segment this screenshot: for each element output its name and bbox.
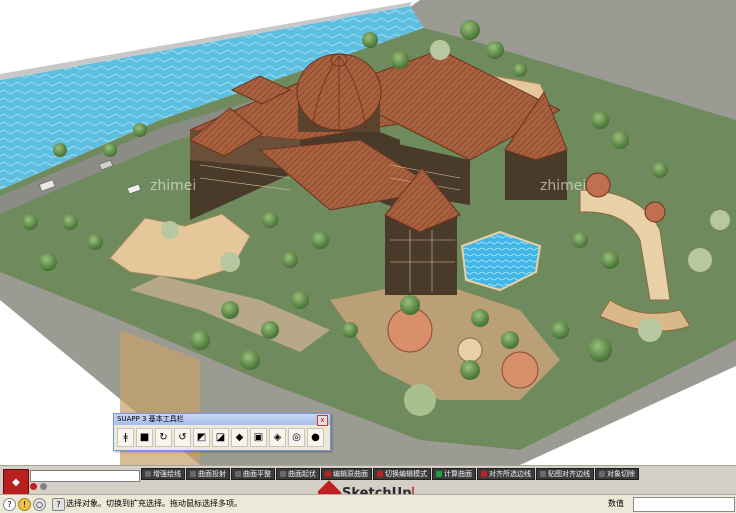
command-label: 曲面投射 (198, 470, 226, 478)
section-icon[interactable]: ▣ (250, 428, 267, 447)
sketchup-logo-icon[interactable]: ◆ (3, 469, 29, 495)
command-button-9[interactable]: 贴图对齐边线 (536, 468, 594, 480)
command-label: 计算曲面 (444, 470, 472, 478)
measurements-input[interactable] (633, 497, 735, 512)
suapp-toolbar-title-text: SUAPP 3 基本工具栏 (117, 415, 184, 423)
zoom-extents-icon[interactable]: ǂ (117, 428, 134, 447)
command-buttons: 增强绘线 曲面投射 曲面平整 曲面起伏 编辑原曲面 切换编辑模式 计算曲面 对齐所选边线 贴图对… (141, 468, 639, 480)
command-button-4[interactable]: 曲面起伏 (276, 468, 320, 480)
help-icon[interactable]: ? (3, 498, 16, 511)
command-icon (481, 471, 487, 477)
close-icon[interactable]: x (317, 415, 328, 426)
suapp-toolbar-title[interactable]: SUAPP 3 基本工具栏 x (114, 414, 330, 426)
target-icon[interactable]: ◎ (288, 428, 305, 447)
measurements-label: 数值 (608, 499, 624, 508)
group-icon[interactable]: ◈ (269, 428, 286, 447)
suapp-toolbar[interactable]: SUAPP 3 基本工具栏 x ǂ ■ ↻ ↺ ◩ ◪ ◆ ▣ ◈ ◎ ● (113, 413, 331, 451)
command-icon (325, 471, 331, 477)
command-button-6[interactable]: 切换编辑模式 (373, 468, 431, 480)
command-icon (145, 471, 151, 477)
command-icon (235, 471, 241, 477)
command-button-7[interactable]: 计算曲面 (432, 468, 476, 480)
command-button-8[interactable]: 对齐所选边线 (477, 468, 535, 480)
command-icon (190, 471, 196, 477)
command-input[interactable] (30, 470, 140, 482)
watermark-left: zhimei (150, 178, 196, 194)
watermark-right: zhimei (540, 178, 586, 194)
command-icon (436, 471, 442, 477)
command-button-1[interactable]: 增强绘线 (141, 468, 185, 480)
command-bar: ◆ 增强绘线 曲面投射 曲面平整 曲面起伏 编辑原曲面 切换编辑模式 计算曲面 对齐所选边线 贴… (0, 465, 736, 509)
command-label: 贴图对齐边线 (548, 470, 590, 478)
info-icon[interactable]: ! (18, 498, 31, 511)
status-help-icon[interactable]: ? (52, 498, 65, 511)
eraser-icon[interactable]: ◪ (212, 428, 229, 447)
grey-dot-icon[interactable] (40, 483, 47, 490)
command-button-10[interactable]: 对象切除 (595, 468, 639, 480)
command-icon (540, 471, 546, 477)
command-button-2[interactable]: 曲面投射 (186, 468, 230, 480)
command-label: 对象切除 (607, 470, 635, 478)
command-label: 增强绘线 (153, 470, 181, 478)
rotate-icon[interactable]: ↻ (155, 428, 172, 447)
model-viewport[interactable]: zhimei zhimei SUAPP 3 基本工具栏 x ǂ ■ ↻ ↺ ◩ ◪ ◆ ▣ ◈ ◎… (0, 0, 736, 465)
command-label: 对齐所选边线 (489, 470, 531, 478)
redo-icon[interactable]: ↺ (174, 428, 191, 447)
status-message: 选择对象。切换到扩充选择。拖动鼠标选择多项。 (66, 499, 242, 508)
red-dot-icon[interactable] (30, 483, 37, 490)
command-icon (599, 471, 605, 477)
status-bar: ? ! ○ ? 选择对象。切换到扩充选择。拖动鼠标选择多项。 数值 (0, 494, 736, 513)
push-icon[interactable]: ◩ (193, 428, 210, 447)
command-icon (377, 471, 383, 477)
model-scene[interactable]: zhimei zhimei (0, 0, 736, 465)
sphere-icon[interactable]: ● (307, 428, 324, 447)
command-icon (280, 471, 286, 477)
command-button-5[interactable]: 编辑原曲面 (321, 468, 372, 480)
command-label: 切换编辑模式 (385, 470, 427, 478)
cube-icon[interactable]: ■ (136, 428, 153, 447)
paint-icon[interactable]: ◆ (231, 428, 248, 447)
command-label: 曲面起伏 (288, 470, 316, 478)
user-icon[interactable]: ○ (33, 498, 46, 511)
mini-icon-row (30, 483, 47, 490)
suapp-tool-row: ǂ ■ ↻ ↺ ◩ ◪ ◆ ▣ ◈ ◎ ● (114, 425, 330, 450)
command-label: 曲面平整 (243, 470, 271, 478)
command-button-3[interactable]: 曲面平整 (231, 468, 275, 480)
command-label: 编辑原曲面 (333, 470, 368, 478)
